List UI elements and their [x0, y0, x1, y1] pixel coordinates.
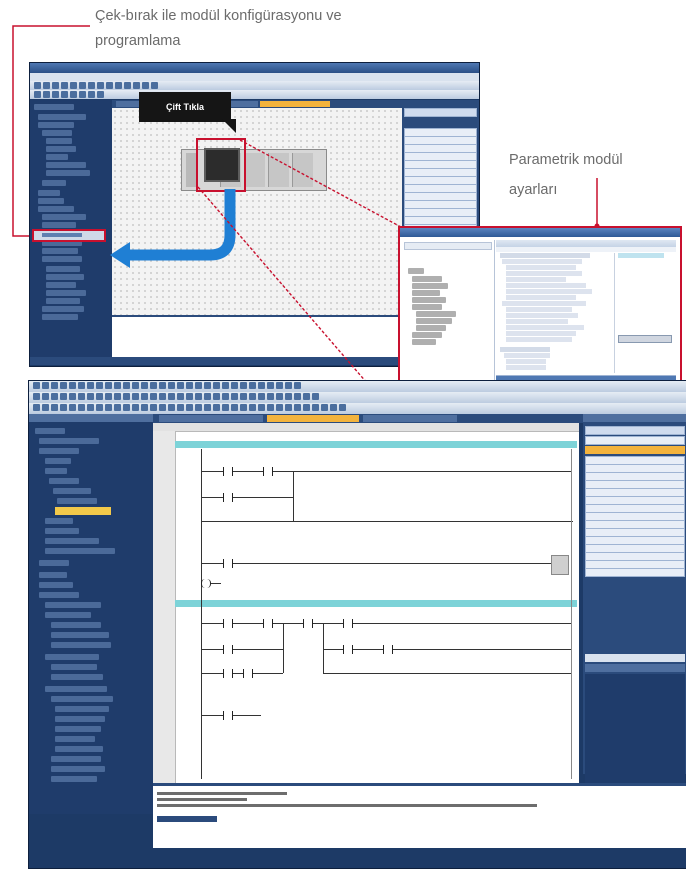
ladder-editor-window [28, 380, 686, 869]
ladder-toolbar-1 [29, 381, 686, 392]
parameter-dialog-titlebar [400, 228, 680, 237]
ladder-navigation-panel[interactable] [29, 414, 153, 814]
ladder-statusbar [29, 857, 686, 868]
ladder-output-window [153, 783, 686, 848]
ladder-toolbar-2 [29, 392, 686, 403]
ladder-diagram-editor[interactable] [153, 423, 579, 783]
ladder-element-selection[interactable] [583, 414, 686, 804]
ladder-tabs[interactable] [153, 414, 583, 423]
ladder-toolbar-3 [29, 403, 686, 414]
function-block[interactable] [551, 555, 569, 575]
parameter-table[interactable] [496, 247, 676, 375]
nav-selected-program[interactable] [55, 507, 111, 515]
